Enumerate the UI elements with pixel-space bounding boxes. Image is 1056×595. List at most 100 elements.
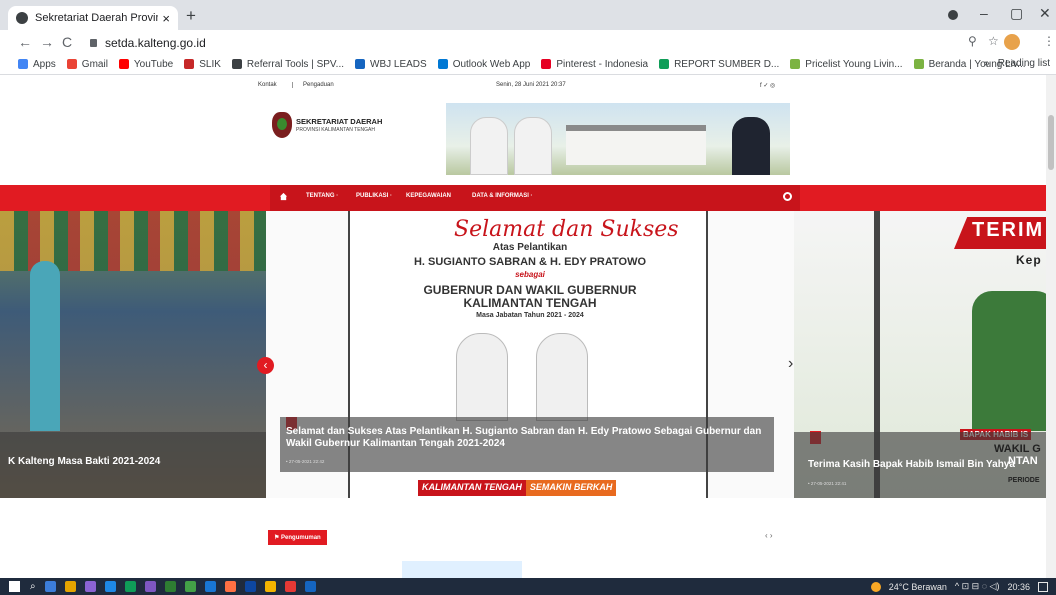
nav-tentang[interactable]: TENTANG · [306,193,338,199]
zoom-icon[interactable]: ⚲ [968,34,977,48]
bookmark-label: WBJ LEADS [370,58,427,70]
bookmark-favicon-icon [790,59,801,69]
taskbar-app-icon[interactable] [84,581,96,592]
back-icon[interactable]: ← [18,34,32,50]
bookmarks-right: » Reading list [984,58,1050,69]
taskbar-app-icon[interactable] [304,581,316,592]
announcement-label: Pengumuman [281,535,321,541]
nav-kepegawaian[interactable]: KEPEGAWAIAN [406,193,451,199]
slide-center-line2: H. SUGIANTO SABRAN & H. EDY PRATOWO [413,256,647,268]
maximize-button[interactable]: ▢ [1010,5,1023,22]
bookmark-item[interactable]: Pinterest - Indonesia [541,59,648,70]
slide-center-title[interactable]: Selamat dan Sukses Atas Pelantikan H. Su… [286,426,766,450]
taskbar-app-icon[interactable] [284,581,296,592]
minimize-button[interactable]: – [980,5,988,21]
slide-right-caption-title[interactable]: Terima Kasih Bapak Habib Ismail Bin Yahy… [808,459,1015,471]
bookmark-item[interactable]: Apps [18,59,56,70]
taskbar-app-icon[interactable] [184,581,196,592]
close-window-button[interactable]: ✕ [1039,5,1051,22]
announcement-thumbnail[interactable] [402,561,522,578]
slide-center-vice-governor [536,333,588,421]
taskbar-app-icon[interactable] [44,581,56,592]
taskbar-app-icon[interactable] [224,581,236,592]
bookmark-item[interactable]: SLIK [184,59,221,70]
web-page: Kontak Pengaduan Senin, 28 Juni 2021 20:… [0,75,1056,578]
bookmark-favicon-icon [18,59,28,69]
taskbar-clock[interactable]: 20:36 [1007,582,1030,592]
taskbar-search-icon[interactable]: ⌕ [30,581,36,592]
slide-center-footer: KALIMANTAN TENGAH SEMAKIN BERKAH [418,480,617,496]
bookmark-item[interactable]: REPORT SUMBER D... [659,59,779,70]
nav-data-informasi[interactable]: DATA & INFORMASI · [472,193,533,199]
taskbar-app-icon[interactable] [144,581,156,592]
scrollbar-thumb[interactable] [1048,115,1054,170]
taskbar-app-icon[interactable] [204,581,216,592]
page-scrollbar[interactable] [1046,75,1056,578]
taskbar-app-icon[interactable] [64,581,76,592]
profile-icon[interactable] [948,10,958,20]
slide-right-wakil: WAKIL G [994,443,1041,455]
address-bar[interactable]: setda.kalteng.go.id [84,33,1014,52]
bookmark-item[interactable]: Gmail [66,59,108,70]
nav-inner [270,185,800,211]
close-tab-icon[interactable]: × [162,11,170,26]
search-icon[interactable] [783,192,792,201]
bookmark-favicon-icon [659,59,670,69]
bookmark-item[interactable]: Pricelist Young Livin... [790,59,903,70]
taskbar-app-icon[interactable] [104,581,116,592]
bookmarks-more-button[interactable]: » [984,58,990,69]
forward-icon[interactable]: → [40,34,54,50]
slide-left-title[interactable]: K Kalteng Masa Bakti 2021-2024 [8,456,160,468]
taskbar-app-icon[interactable] [264,581,276,592]
social-icons[interactable]: f ✓ ◎ [760,82,775,89]
site-favicon-icon [16,12,28,24]
announcement-pager[interactable]: ‹ › [765,531,773,540]
link-pengaduan[interactable]: Pengaduan [292,82,334,88]
weather-text[interactable]: 24°C Berawan [889,582,947,592]
home-icon[interactable] [279,192,288,201]
bookmark-item[interactable]: Outlook Web App [437,59,530,70]
announcement-heading[interactable]: ⚑ Pengumuman [268,530,327,545]
browser-tab[interactable]: Sekretariat Daerah Provinsi Kalim × [8,6,178,30]
account-avatar[interactable] [1004,34,1020,50]
bookmark-item[interactable]: Referral Tools | SPV... [231,58,344,70]
bookmark-favicon-icon [231,59,242,69]
reading-list-button[interactable]: Reading list [998,58,1050,69]
site-logo-icon[interactable] [272,112,292,138]
taskbar-app-icon[interactable] [164,581,176,592]
slider-next-icon[interactable]: › [788,355,793,373]
reload-icon[interactable]: C [62,34,72,50]
footer-kalimantan: KALIMANTAN TENGAH [418,480,526,496]
notification-icon[interactable] [1038,581,1048,592]
taskbar-app-icon[interactable] [124,581,136,592]
slide-left[interactable]: K Kalteng Masa Bakti 2021-2024 [0,211,266,498]
slide-right[interactable]: TERIM Kep BAPAK HABIB IS Terima Kasih Ba… [794,211,1056,498]
link-kontak[interactable]: Kontak [258,82,277,88]
site-name[interactable]: SEKRETARIAT DAERAH [296,117,382,126]
bookmark-label: Referral Tools | SPV... [246,58,344,70]
bookmark-label: Apps [33,58,56,70]
slide-center-line1: Atas Pelantikan [492,242,568,253]
slider-prev-icon[interactable]: ‹ [257,357,274,374]
tray-icons[interactable]: ^ ⊡ ⊟ ◌ ◁) [955,581,1000,592]
bookmark-label: Pinterest - Indonesia [556,58,649,70]
bookmark-favicon-icon [913,59,924,69]
nav-publikasi[interactable]: PUBLIKASI · [356,193,392,199]
slide-left-caption: K Kalteng Masa Bakti 2021-2024 [0,432,266,498]
news-slider: K Kalteng Masa Bakti 2021-2024 Selamat d… [0,211,1056,498]
tab-bar: Sekretariat Daerah Provinsi Kalim × + – … [0,0,1056,30]
header-banner [446,103,790,175]
slide-center-line6: Masa Jabatan Tahun 2021 - 2024 [476,312,584,319]
weather-icon [870,581,881,592]
bookmark-item[interactable]: WBJ LEADS [355,59,427,70]
bookmark-favicon-icon [541,59,552,69]
slide-center[interactable]: Selamat dan Sukses Atas Pelantikan H. SU… [266,211,794,498]
windows-start-icon[interactable] [9,581,20,592]
bookmark-item[interactable]: YouTube [118,59,173,70]
slide-right-person [972,291,1056,431]
menu-dots-icon[interactable]: ⋮ [1043,34,1055,48]
bookmark-star-icon[interactable]: ☆ [988,34,999,48]
new-tab-button[interactable]: + [186,6,196,26]
taskbar-app-icon[interactable] [244,581,256,592]
bookmark-favicon-icon [355,59,365,69]
